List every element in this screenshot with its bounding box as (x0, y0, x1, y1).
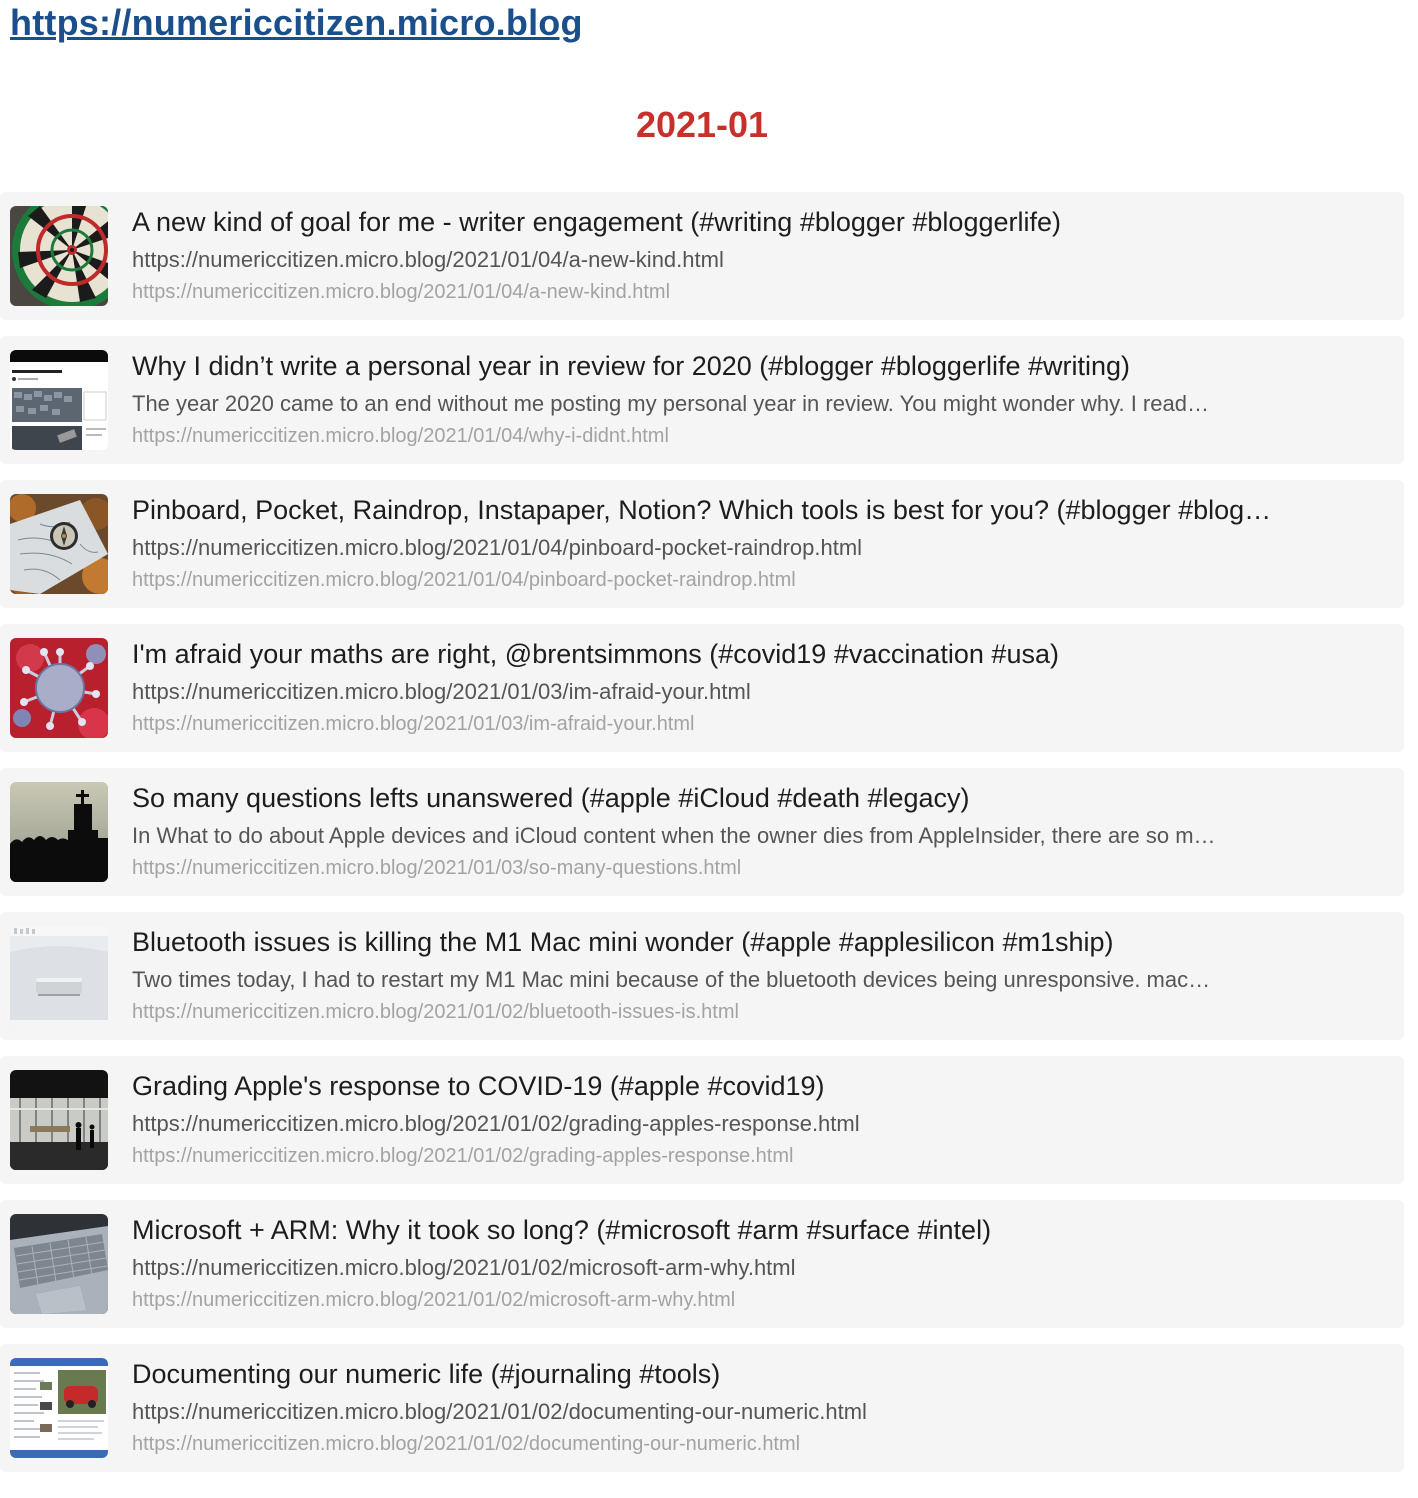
mac-mini-image (10, 926, 108, 1026)
post-card[interactable]: Grading Apple's response to COVID-19 (#a… (0, 1056, 1404, 1184)
blog-post-screenshot-image (10, 350, 108, 450)
post-url[interactable]: https://numericcitizen.micro.blog/2021/0… (132, 1145, 1362, 1168)
post-title[interactable]: Bluetooth issues is killing the M1 Mac m… (132, 927, 1362, 958)
post-description: https://numericcitizen.micro.blog/2021/0… (132, 247, 724, 272)
compass-map-image (10, 494, 108, 594)
site-url-link[interactable]: https://numericcitizen.micro.blog (10, 2, 583, 44)
post-card[interactable]: Pinboard, Pocket, Raindrop, Instapaper, … (0, 480, 1404, 608)
cemetery-silhouette-image (10, 782, 108, 882)
post-card[interactable]: Microsoft + ARM: Why it took so long? (#… (0, 1200, 1404, 1328)
post-description: Two times today, I had to restart my M1 … (132, 967, 1211, 992)
post-url[interactable]: https://numericcitizen.micro.blog/2021/0… (132, 1001, 1362, 1024)
post-title[interactable]: So many questions lefts unanswered (#app… (132, 783, 1362, 814)
post-url[interactable]: https://numericcitizen.micro.blog/2021/0… (132, 713, 1362, 736)
post-card[interactable]: Bluetooth issues is killing the M1 Mac m… (0, 912, 1404, 1040)
post-description: https://numericcitizen.micro.blog/2021/0… (132, 1111, 860, 1136)
post-card[interactable]: I'm afraid your maths are right, @brents… (0, 624, 1404, 752)
post-title[interactable]: Microsoft + ARM: Why it took so long? (#… (132, 1215, 1362, 1246)
post-title[interactable]: Pinboard, Pocket, Raindrop, Instapaper, … (132, 495, 1362, 526)
post-url[interactable]: https://numericcitizen.micro.blog/2021/0… (132, 857, 1362, 880)
post-card[interactable]: Documenting our numeric life (#journalin… (0, 1344, 1404, 1472)
post-url[interactable]: https://numericcitizen.micro.blog/2021/0… (132, 281, 1362, 304)
post-description: https://numericcitizen.micro.blog/2021/0… (132, 1255, 796, 1280)
virus-image (10, 638, 108, 738)
post-title[interactable]: A new kind of goal for me - writer engag… (132, 207, 1362, 238)
post-card[interactable]: So many questions lefts unanswered (#app… (0, 768, 1404, 896)
post-url[interactable]: https://numericcitizen.micro.blog/2021/0… (132, 425, 1362, 448)
post-description: The year 2020 came to an end without me … (132, 391, 1209, 416)
post-url[interactable]: https://numericcitizen.micro.blog/2021/0… (132, 1433, 1362, 1456)
apple-store-image (10, 1070, 108, 1170)
post-title[interactable]: Why I didn’t write a personal year in re… (132, 351, 1362, 382)
post-card[interactable]: Why I didn’t write a personal year in re… (0, 336, 1404, 464)
post-description: https://numericcitizen.micro.blog/2021/0… (132, 535, 863, 560)
post-description: In What to do about Apple devices and iC… (132, 823, 1216, 848)
post-card[interactable]: A new kind of goal for me - writer engag… (0, 192, 1404, 320)
post-description: https://numericcitizen.micro.blog/2021/0… (132, 1399, 867, 1424)
post-url[interactable]: https://numericcitizen.micro.blog/2021/0… (132, 1289, 1362, 1312)
post-list: A new kind of goal for me - writer engag… (0, 192, 1404, 1488)
post-title[interactable]: Grading Apple's response to COVID-19 (#a… (132, 1071, 1362, 1102)
journal-app-screenshot-image (10, 1358, 108, 1458)
month-heading: 2021-01 (635, 104, 769, 145)
post-title[interactable]: I'm afraid your maths are right, @brents… (132, 639, 1362, 670)
dartboard-image (10, 206, 108, 306)
laptop-keyboard-image (10, 1214, 108, 1314)
post-title[interactable]: Documenting our numeric life (#journalin… (132, 1359, 1362, 1390)
post-url[interactable]: https://numericcitizen.micro.blog/2021/0… (132, 569, 1362, 592)
post-description: https://numericcitizen.micro.blog/2021/0… (132, 679, 751, 704)
